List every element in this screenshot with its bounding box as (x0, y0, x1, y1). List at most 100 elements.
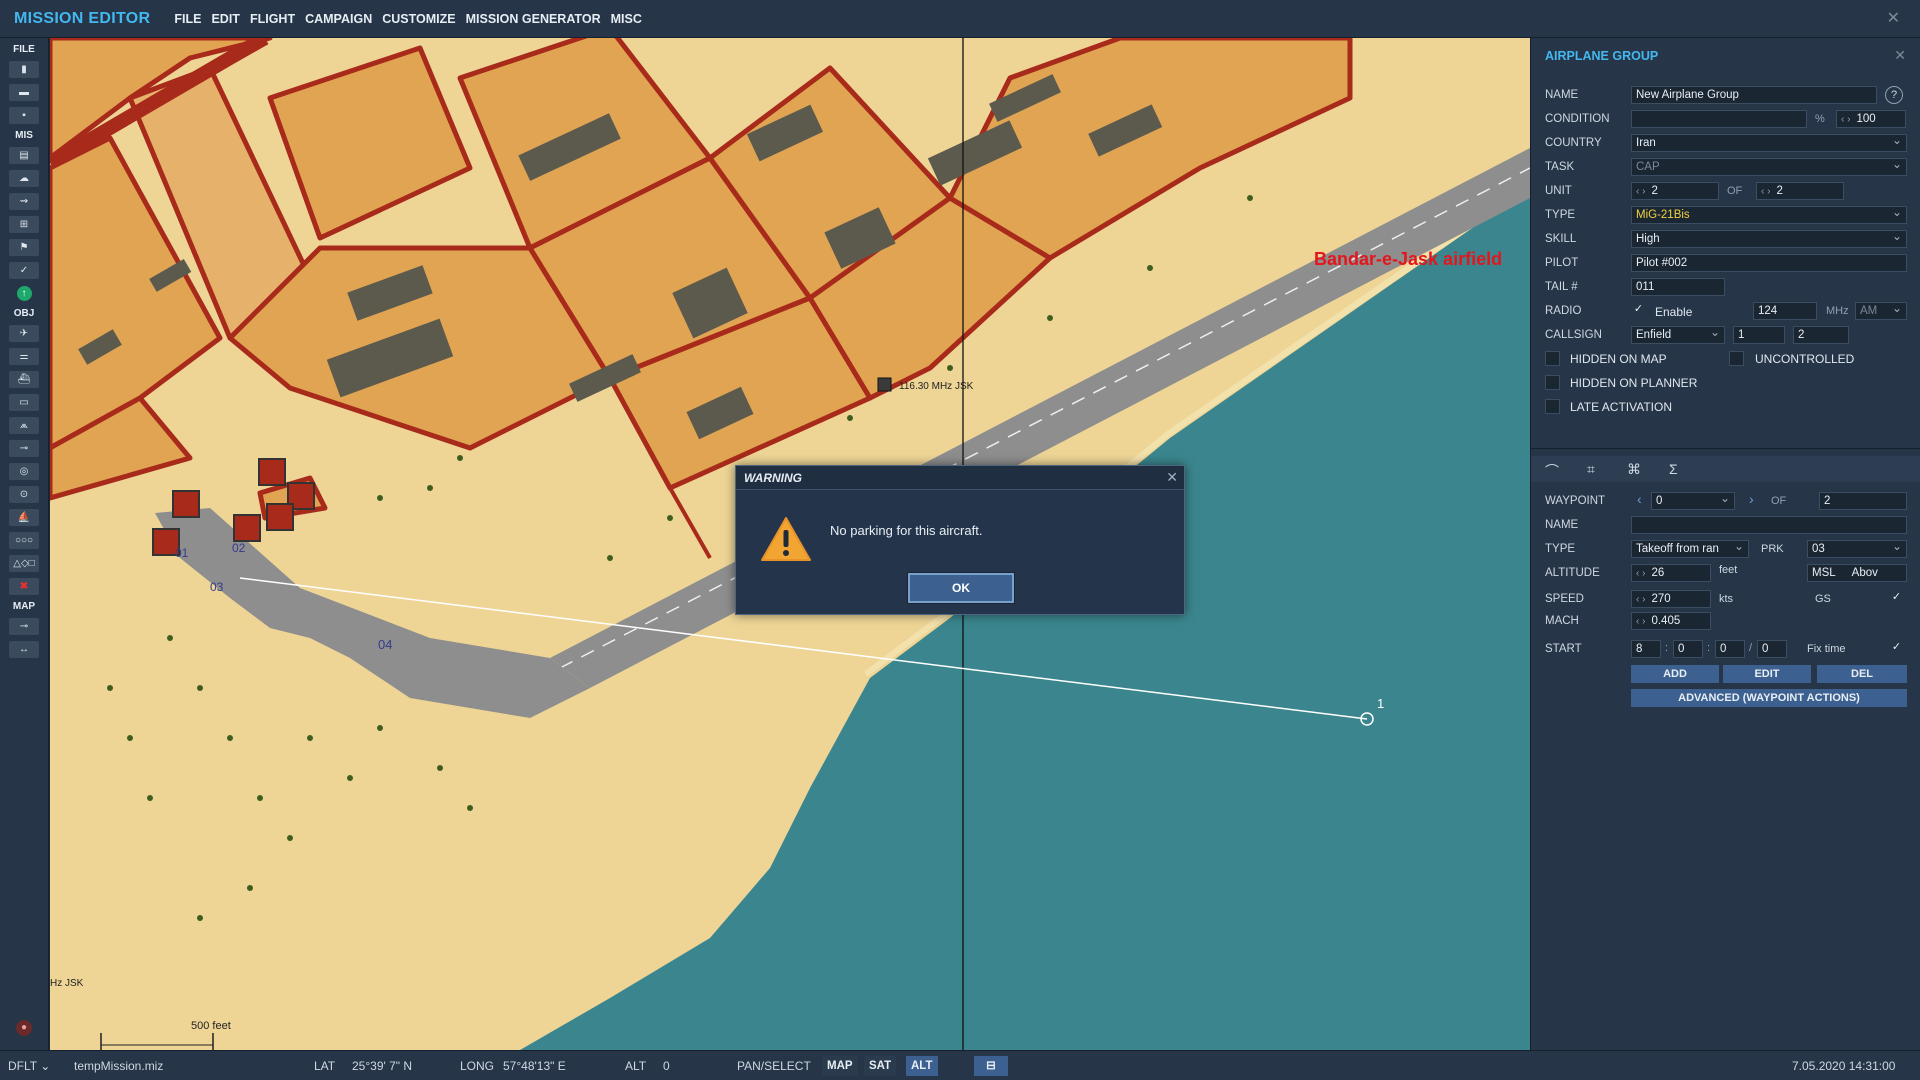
scale-label: 500 feet (191, 1020, 231, 1032)
unit-stepper[interactable]: ‹ › 2 (1631, 182, 1719, 200)
pilot-field[interactable]: Pilot #002 (1631, 254, 1907, 272)
group-name-field[interactable]: New Airplane Group (1631, 86, 1877, 104)
zone-icon[interactable]: ⊙ (9, 486, 39, 503)
waypoint-prev-icon[interactable]: ‹ (1637, 491, 1642, 507)
skill-select[interactable]: High (1631, 230, 1907, 248)
static-object-icon[interactable]: ⊸ (9, 440, 39, 457)
briefing-icon[interactable]: ▤ (9, 147, 39, 164)
airplane-icon[interactable]: ✈ (9, 325, 39, 342)
waypoint-select[interactable]: 0 (1651, 492, 1735, 510)
open-folder-icon[interactable]: ▬ (9, 84, 39, 101)
uncontrolled-checkbox[interactable] (1729, 351, 1744, 366)
callsign-select[interactable]: Enfield (1631, 326, 1725, 344)
start-minute-field[interactable]: 0 (1673, 640, 1703, 658)
menu-customize[interactable]: CUSTOMIZE (382, 12, 455, 26)
start-hour-field[interactable]: 8 (1631, 640, 1661, 658)
payload-tab-icon[interactable]: ⌘ (1627, 461, 1641, 478)
map-key-icon[interactable]: ⊸ (9, 618, 39, 635)
save-icon[interactable]: ▪ (9, 107, 39, 124)
help-icon[interactable]: ? (1885, 86, 1903, 104)
goals-icon[interactable]: ⇝ (9, 193, 39, 210)
edit-waypoint-button[interactable]: EDIT (1723, 665, 1811, 683)
waypoint-next-icon[interactable]: › (1749, 491, 1754, 507)
sat-mode-button[interactable]: SAT (864, 1056, 897, 1076)
add-waypoint-button[interactable]: ADD (1631, 665, 1719, 683)
delete-waypoint-button[interactable]: DEL (1817, 665, 1907, 683)
speed-stepper[interactable]: ‹ › 270 (1631, 590, 1711, 608)
green-arrow-icon[interactable]: ↑ (9, 285, 39, 302)
altitude-unit-label: feet (1719, 564, 1738, 576)
shapes-icon[interactable]: △◇□ (9, 555, 39, 572)
map-mode-button[interactable]: MAP (822, 1056, 858, 1076)
target-icon[interactable]: ◎ (9, 463, 39, 480)
waypoint-name-field[interactable] (1631, 516, 1907, 534)
panel-close-icon[interactable]: ✕ (1894, 47, 1906, 64)
waypoint-number: 1 (1377, 696, 1384, 711)
targets-tab-icon[interactable]: ⌗ (1587, 461, 1595, 478)
carrier-icon[interactable]: ⛵ (9, 509, 39, 526)
menu-campaign[interactable]: CAMPAIGN (305, 12, 372, 26)
country-select[interactable]: Iran (1631, 134, 1907, 152)
altitude-reference-select[interactable]: MSL Abov (1807, 564, 1907, 582)
radio-enable-checkbox[interactable]: ✓ (1631, 303, 1646, 318)
triggers-icon[interactable]: ⊞ (9, 216, 39, 233)
flag-icon[interactable]: ⚑ (9, 239, 39, 256)
menu-file[interactable]: FILE (174, 12, 201, 26)
late-activation-checkbox[interactable] (1545, 399, 1560, 414)
start-second-field[interactable]: 0 (1715, 640, 1745, 658)
condition-field[interactable] (1631, 110, 1807, 128)
gs-checkbox[interactable]: ✓ (1889, 591, 1904, 606)
dialog-header: WARNING ✕ (736, 466, 1184, 490)
callsign-number-2[interactable]: 2 (1793, 326, 1849, 344)
menu-mission-generator[interactable]: MISSION GENERATOR (466, 12, 601, 26)
profile-select[interactable]: DFLT ⌄ (8, 1059, 50, 1073)
lat-label: LAT (314, 1059, 336, 1073)
unit-count-stepper[interactable]: ‹ › 2 (1756, 182, 1844, 200)
radio-modulation-select[interactable]: AM (1855, 302, 1907, 320)
hidden-on-planner-checkbox[interactable] (1545, 375, 1560, 390)
mach-stepper[interactable]: ‹ › 0.405 (1631, 612, 1711, 630)
start-label: START (1545, 643, 1582, 655)
ok-button[interactable]: OK (907, 572, 1015, 604)
unit-label: UNIT (1545, 185, 1572, 197)
waypoint-type-select[interactable]: Takeoff from ran (1631, 540, 1749, 558)
panel-title: AIRPLANE GROUP (1545, 49, 1659, 63)
mach-label: MACH (1545, 615, 1579, 627)
task-select[interactable]: CAP (1631, 158, 1907, 176)
window-close-icon[interactable]: ✕ (1887, 8, 1900, 28)
altitude-stepper[interactable]: ‹ › 26 (1631, 564, 1711, 582)
waypoint-count-field[interactable]: 2 (1819, 492, 1907, 510)
delete-icon[interactable]: ✖ (9, 578, 39, 595)
alt-mode-button[interactable]: ALT (906, 1056, 938, 1076)
pan-select-mode[interactable]: PAN/SELECT (737, 1059, 811, 1073)
check-icon[interactable]: ✓ (9, 262, 39, 279)
new-file-icon[interactable]: ▮ (9, 61, 39, 78)
condition-stepper[interactable]: ‹ › 100 (1836, 110, 1906, 128)
record-icon[interactable]: ● (16, 1020, 32, 1036)
dialog-close-icon[interactable]: ✕ (1166, 469, 1178, 486)
group-icon[interactable]: ○○○ (9, 532, 39, 549)
prk-select[interactable]: 03 (1807, 540, 1907, 558)
radio-frequency-field[interactable]: 124 (1753, 302, 1817, 320)
menu-misc[interactable]: MISC (611, 12, 642, 26)
edge-label: Hz JSK (50, 978, 84, 989)
start-day-field[interactable]: 0 (1757, 640, 1787, 658)
ruler-icon[interactable]: ↔ (9, 641, 39, 658)
tail-field[interactable]: 011 (1631, 278, 1725, 296)
map-layers-icon[interactable]: ⊟ (974, 1056, 1008, 1076)
route-tab-icon[interactable]: ⌒ (1545, 461, 1559, 481)
menu-edit[interactable]: EDIT (211, 12, 239, 26)
convoy-icon[interactable]: ⩕ (9, 417, 39, 434)
weather-icon[interactable]: ☁ (9, 170, 39, 187)
ship-icon[interactable]: ⛴ (9, 371, 39, 388)
summary-tab-icon[interactable]: Σ (1669, 461, 1678, 477)
type-select[interactable]: MiG-21Bis (1631, 206, 1907, 224)
advanced-waypoint-actions-button[interactable]: ADVANCED (WAYPOINT ACTIONS) (1631, 689, 1907, 707)
alt-value: 0 (663, 1059, 670, 1073)
callsign-number-1[interactable]: 1 (1733, 326, 1785, 344)
hidden-on-map-checkbox[interactable] (1545, 351, 1560, 366)
fix-time-checkbox[interactable]: ✓ (1889, 641, 1904, 656)
vehicle-icon[interactable]: ▭ (9, 394, 39, 411)
helicopter-icon[interactable]: ⚌ (9, 348, 39, 365)
menu-flight[interactable]: FLIGHT (250, 12, 295, 26)
